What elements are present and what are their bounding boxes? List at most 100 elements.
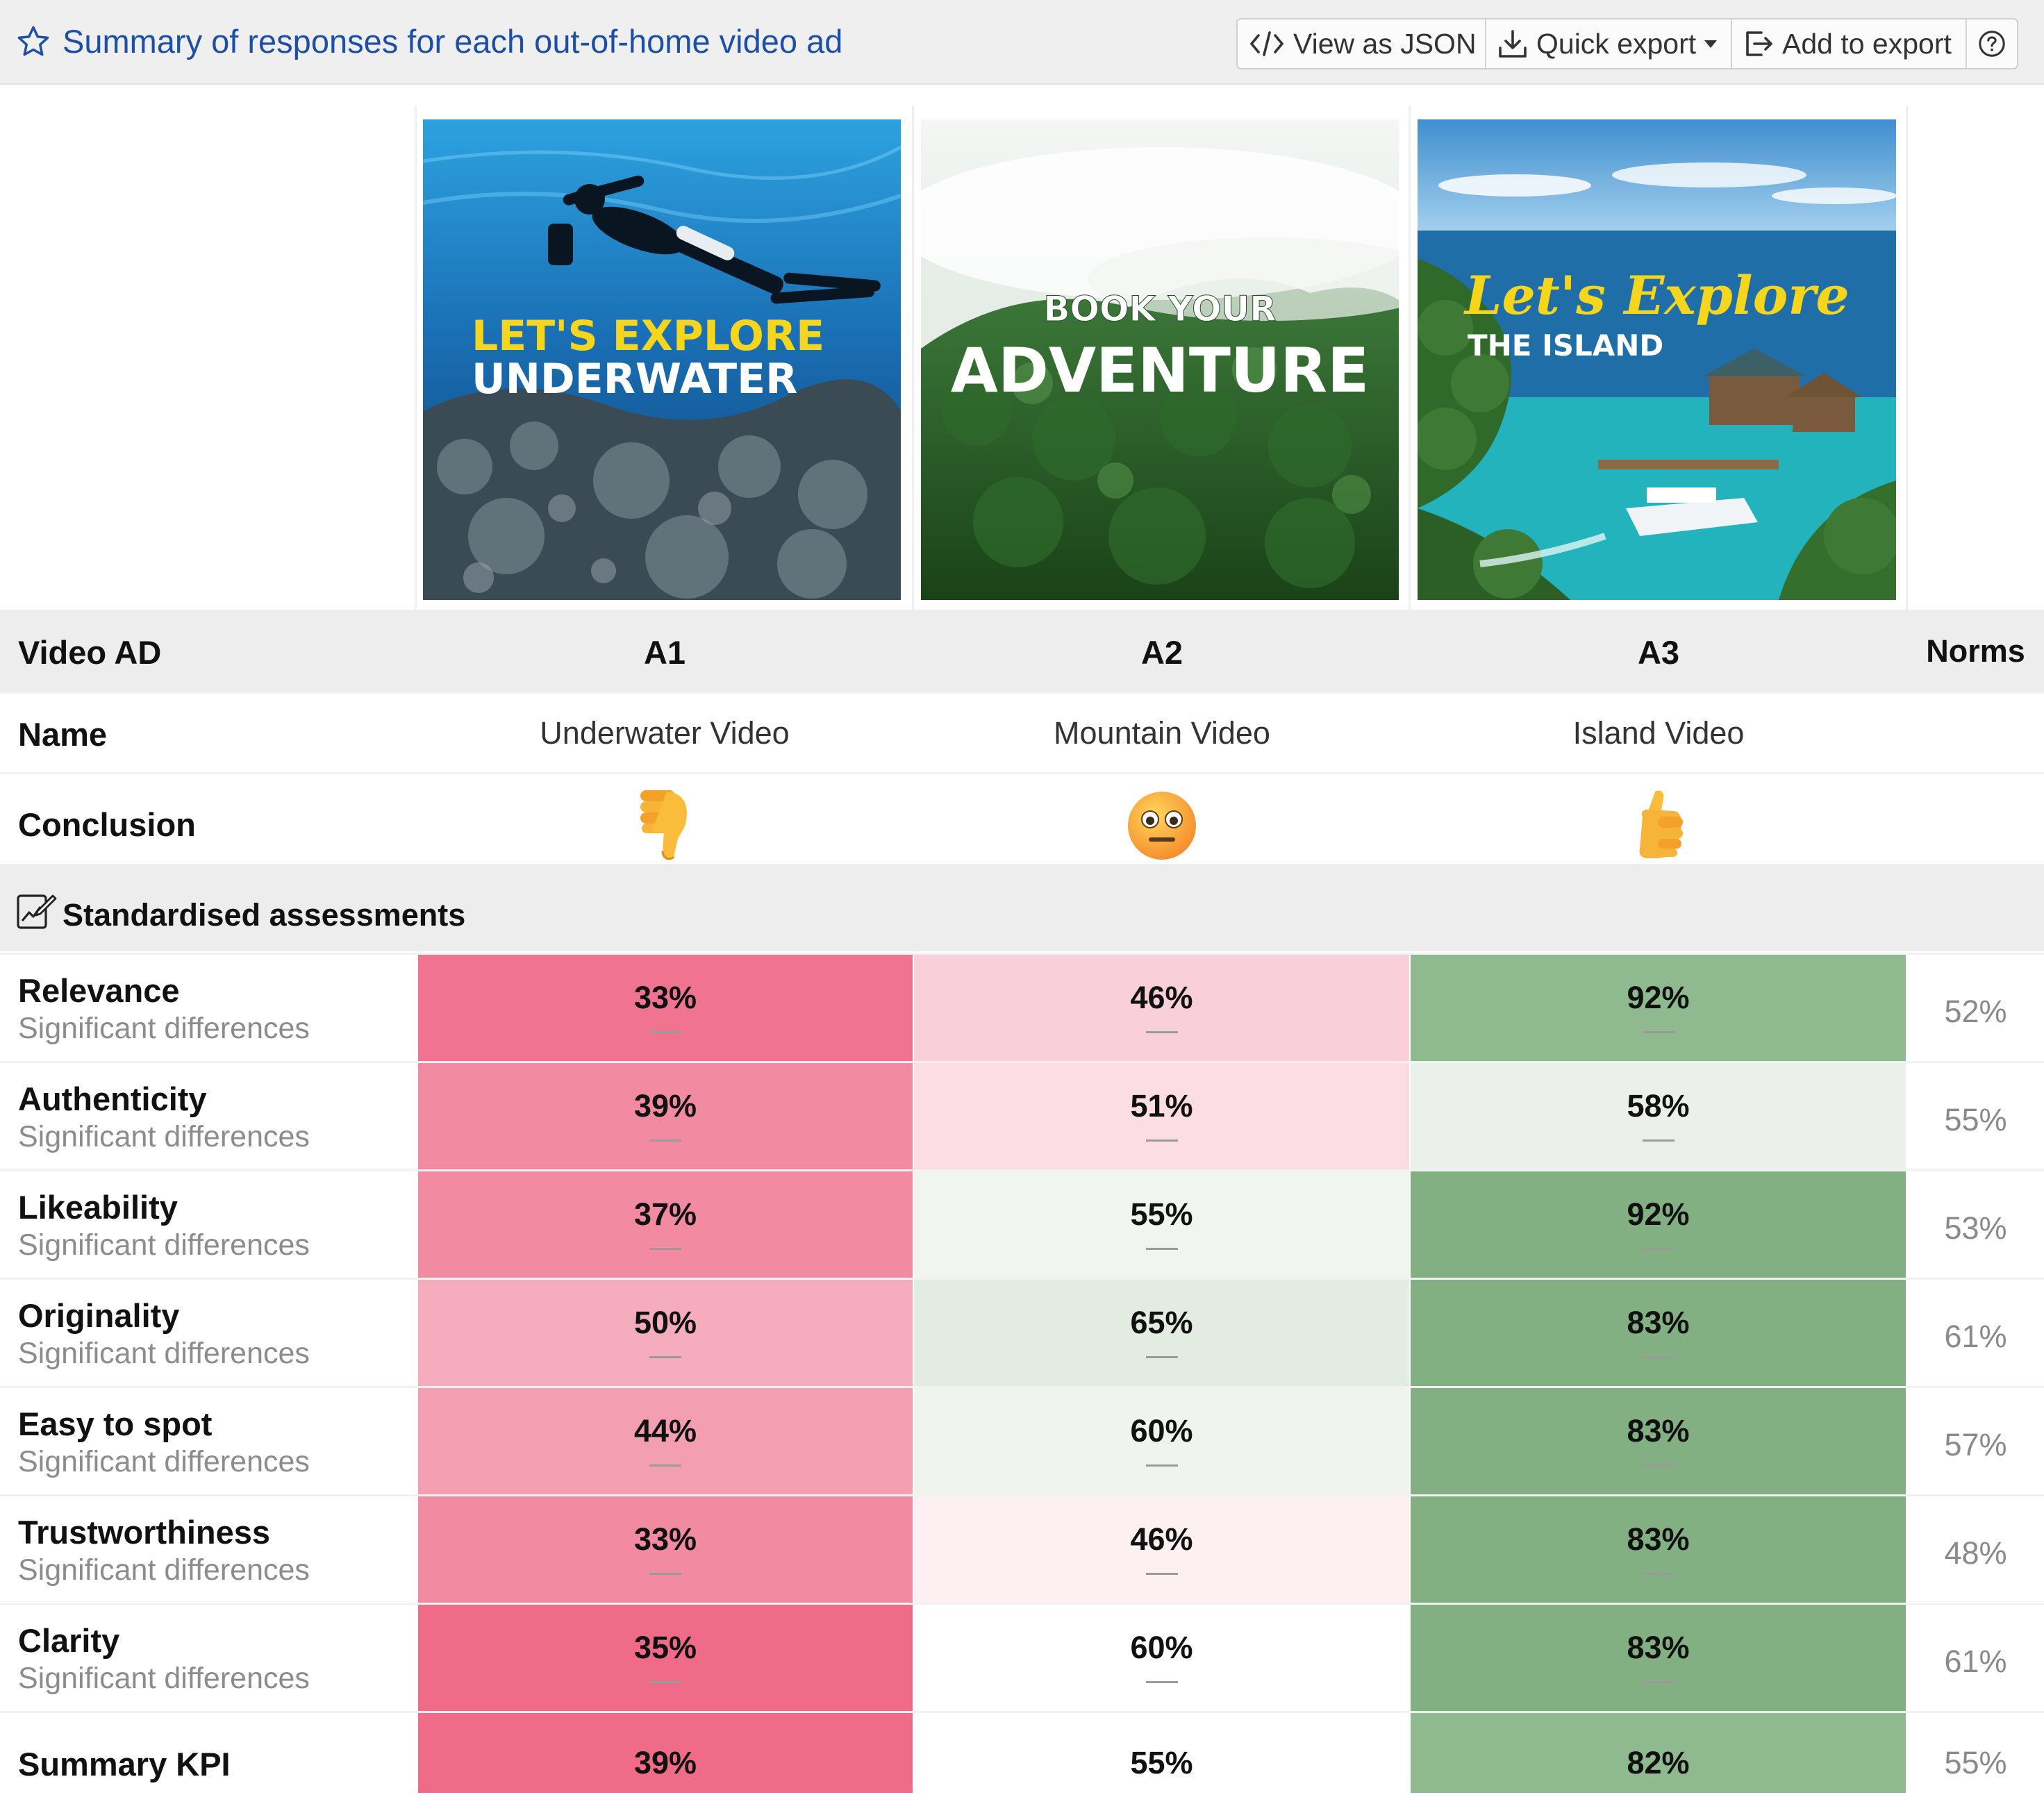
thumbs-up-icon	[1639, 790, 1683, 858]
metric-cell-a1[interactable]: 37%	[418, 1171, 913, 1278]
name-label: Name	[18, 716, 108, 753]
metric-cell-a1[interactable]: 33%	[418, 1496, 913, 1603]
metric-cell-a2[interactable]: 60%	[914, 1388, 1409, 1494]
no-difference-dash	[1145, 1248, 1178, 1250]
no-difference-dash	[649, 1356, 681, 1358]
metric-cell-a2[interactable]: 60%	[914, 1605, 1409, 1711]
column-header-a2: A2	[1140, 634, 1183, 671]
metric-value: 92%	[1627, 980, 1690, 1015]
norm-value: 61%	[1944, 1319, 2007, 1354]
norm-value: 55%	[1944, 1745, 2007, 1780]
conclusion-label: Conclusion	[18, 806, 196, 843]
metric-cell-a3[interactable]: 83%	[1411, 1280, 1906, 1386]
view-json-label: View as JSON	[1293, 27, 1477, 60]
metric-value: 60%	[1130, 1413, 1193, 1448]
metric-cell-a2[interactable]: 51%	[914, 1063, 1409, 1169]
metric-cell-a1[interactable]: 44%	[418, 1388, 913, 1494]
metric-value: 65%	[1130, 1305, 1193, 1340]
metric-cell-a3[interactable]: 83%	[1411, 1496, 1906, 1603]
metric-label: Summary KPI	[18, 1746, 231, 1783]
add-to-export-button[interactable]: Add to export	[1732, 19, 1967, 68]
metric-value: 46%	[1130, 980, 1193, 1015]
no-difference-dash	[649, 1031, 681, 1033]
metric-cell-a1[interactable]: 50%	[418, 1280, 913, 1386]
metric-cell-a2[interactable]: 55%	[914, 1171, 1409, 1278]
metric-value: 33%	[633, 980, 697, 1015]
metric-cell-a1[interactable]: 39%	[418, 1713, 913, 1793]
code-icon	[1249, 31, 1284, 56]
metric-cell-a3[interactable]: 92%	[1411, 1171, 1906, 1278]
metric-cell-a1[interactable]: 39%	[418, 1063, 913, 1169]
metric-label: Likeability	[18, 1189, 178, 1226]
no-difference-dash	[1145, 1356, 1178, 1358]
column-divider	[1409, 106, 1411, 610]
row-divider	[0, 772, 2044, 774]
thumbnail-text-line1: Let's Explore	[1463, 265, 1850, 326]
metric-value: 39%	[633, 1745, 697, 1780]
metric-label: Easy to spot	[18, 1405, 213, 1442]
significant-differences-label: Significant differences	[18, 1337, 310, 1370]
help-button[interactable]	[1967, 19, 2017, 68]
metric-cell-a1[interactable]: 33%	[418, 955, 913, 1061]
quick-export-label: Quick export	[1536, 27, 1697, 60]
metric-label: Relevance	[18, 972, 180, 1009]
metric-cell-a2[interactable]: 46%	[914, 1496, 1409, 1603]
star-icon[interactable]	[15, 24, 51, 60]
norm-value: 55%	[1944, 1102, 2007, 1137]
ad-name-a3: Island Video	[1572, 715, 1745, 751]
video-ad-label: Video AD	[18, 634, 162, 671]
header-bar: Summary of responses for each out-of-hom…	[0, 0, 2044, 85]
column-divider	[1906, 106, 1908, 610]
significant-differences-label: Significant differences	[18, 1445, 310, 1478]
metric-cell-a3[interactable]: 83%	[1411, 1388, 1906, 1494]
metric-value: 33%	[633, 1521, 697, 1557]
metric-cell-a2[interactable]: 55%	[914, 1713, 1409, 1793]
significant-differences-label: Significant differences	[18, 1662, 310, 1695]
metric-cell-a3[interactable]: 58%	[1411, 1063, 1906, 1169]
metric-cell-a3[interactable]: 82%	[1411, 1713, 1906, 1793]
column-header-a3: A3	[1637, 634, 1680, 671]
metric-value: 44%	[633, 1413, 697, 1448]
assessment-icon	[17, 894, 57, 929]
ad-thumbnail-a3[interactable]: Let's Explore THE ISLAND	[1418, 119, 1896, 600]
significant-differences-label: Significant differences	[18, 1120, 310, 1153]
ad-thumbnail-a1[interactable]: LET'S EXPLORE UNDERWATER	[423, 119, 901, 600]
metric-value: 58%	[1627, 1088, 1690, 1124]
metric-cell-a1[interactable]: 35%	[418, 1605, 913, 1711]
thumbnail-text-line2: ADVENTURE	[951, 335, 1369, 406]
no-difference-dash	[649, 1681, 681, 1683]
add-to-export-label: Add to export	[1782, 27, 1952, 60]
toolbar: View as JSON Quick export Add to export	[1236, 18, 2018, 69]
quick-export-button[interactable]: Quick export	[1486, 19, 1732, 68]
metric-value: 83%	[1627, 1521, 1690, 1557]
metric-value: 39%	[633, 1088, 697, 1124]
metric-value: 92%	[1627, 1196, 1690, 1232]
metric-value: 83%	[1627, 1413, 1690, 1448]
metric-cell-a2[interactable]: 65%	[914, 1280, 1409, 1386]
no-difference-dash	[1642, 1031, 1675, 1033]
metric-value: 83%	[1627, 1630, 1690, 1665]
metric-value: 50%	[633, 1305, 697, 1340]
thumbs-down-icon	[640, 790, 687, 860]
norm-value: 61%	[1944, 1644, 2007, 1679]
metric-value: 46%	[1130, 1521, 1193, 1557]
column-divider	[415, 106, 417, 610]
metric-cell-a2[interactable]: 46%	[914, 955, 1409, 1061]
metric-value: 51%	[1130, 1088, 1193, 1124]
no-difference-dash	[649, 1248, 681, 1250]
metric-value: 37%	[633, 1196, 697, 1232]
no-difference-dash	[1642, 1248, 1675, 1250]
thumbnail-text-line2: THE ISLAND	[1468, 328, 1663, 362]
significant-differences-label: Significant differences	[18, 1012, 310, 1045]
norm-value: 53%	[1944, 1210, 2007, 1246]
ad-name-a1: Underwater Video	[540, 715, 790, 751]
norm-value: 52%	[1944, 994, 2007, 1029]
metric-cell-a3[interactable]: 92%	[1411, 955, 1906, 1061]
view-json-button[interactable]: View as JSON	[1238, 19, 1486, 68]
no-difference-dash	[649, 1464, 681, 1467]
significant-differences-label: Significant differences	[18, 1553, 310, 1587]
ad-thumbnail-a2[interactable]: BOOK YOUR ADVENTURE	[921, 119, 1399, 600]
export-icon	[1746, 31, 1772, 56]
section-title: Standardised assessments	[63, 897, 466, 933]
metric-cell-a3[interactable]: 83%	[1411, 1605, 1906, 1711]
